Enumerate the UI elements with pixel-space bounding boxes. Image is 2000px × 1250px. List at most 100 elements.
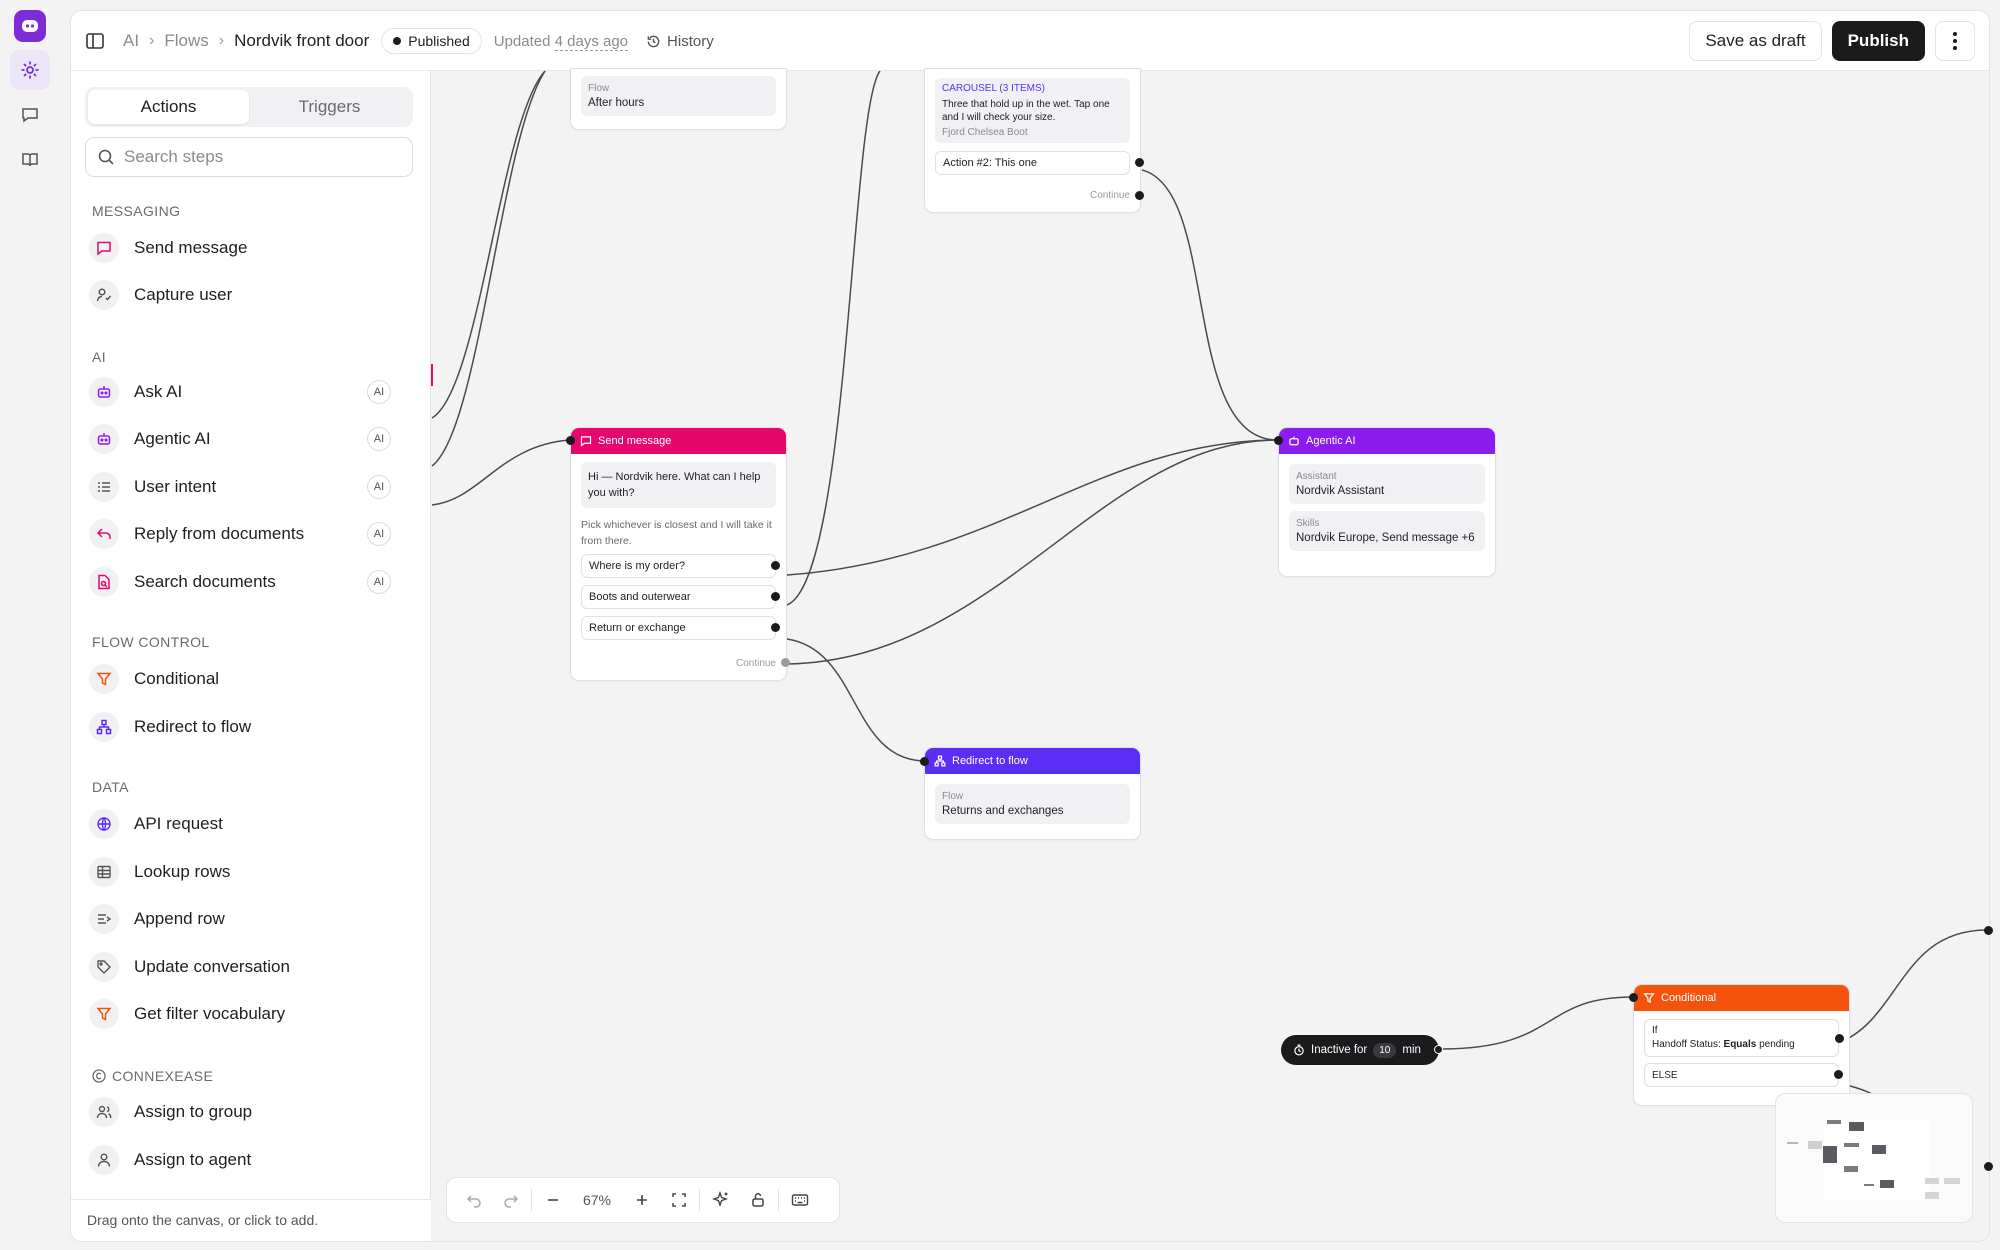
offscreen-input-handle[interactable]	[1984, 926, 1993, 935]
filter-icon	[89, 999, 119, 1029]
save-draft-button[interactable]: Save as draft	[1689, 21, 1822, 61]
auto-layout-sparkle-icon[interactable]	[702, 1182, 739, 1218]
step-redirect-to-flow[interactable]: Redirect to flow	[85, 707, 405, 747]
append-icon	[89, 904, 119, 934]
publish-button[interactable]: Publish	[1831, 21, 1925, 61]
offscreen-input-handle[interactable]	[1984, 1162, 1993, 1171]
updated-prefix: Updated	[493, 32, 551, 50]
step-search-documents[interactable]: Search documents AI	[85, 562, 405, 602]
step-label: Capture user	[134, 285, 233, 304]
minimap-preview	[1787, 1120, 1960, 1200]
step-agentic-ai[interactable]: Agentic AI AI	[85, 419, 405, 459]
list-icon	[89, 472, 119, 502]
output-handle[interactable]	[771, 623, 780, 632]
step-append-row[interactable]: Append row	[85, 899, 405, 939]
condition-text: Handoff Status: Equals pending	[1652, 1039, 1831, 1050]
input-handle[interactable]	[566, 436, 575, 445]
step-assign-to-group[interactable]: Assign to group	[85, 1092, 405, 1132]
sidebar-toggle-icon[interactable]	[85, 31, 105, 51]
chevron-right-icon: ›	[218, 32, 225, 49]
step-assign-to-agent[interactable]: Assign to agent	[85, 1140, 405, 1180]
flows-gear-icon[interactable]	[10, 50, 50, 90]
fit-view-icon[interactable]	[660, 1182, 697, 1218]
field-value: Nordvik Assistant	[1296, 485, 1385, 497]
unlock-icon[interactable]	[739, 1182, 776, 1218]
step-label: User intent	[134, 477, 217, 496]
zoom-in-icon[interactable]	[623, 1182, 660, 1218]
output-handle[interactable]	[1135, 158, 1144, 167]
step-update-conversation[interactable]: Update conversation	[85, 947, 405, 987]
bot-logo-icon[interactable]	[14, 10, 46, 42]
panel-tabs: Actions Triggers	[85, 87, 413, 127]
toolbar-divider	[699, 1189, 700, 1211]
option-return-or-exchange[interactable]: Return or exchange	[581, 616, 780, 640]
step-label: Lookup rows	[134, 862, 231, 881]
condition-operator: Equals	[1723, 1039, 1757, 1050]
step-lookup-rows[interactable]: Lookup rows	[85, 852, 405, 892]
chevron-right-icon: ›	[149, 32, 155, 49]
output-handle[interactable]	[771, 561, 780, 570]
step-send-message[interactable]: Send message	[85, 228, 405, 268]
step-reply-from-documents[interactable]: Reply from documents AI	[85, 514, 405, 554]
step-conditional[interactable]: Conditional	[85, 659, 405, 699]
option-boots-and-outerwear[interactable]: Boots and outerwear	[581, 585, 780, 609]
status-badge: Published	[381, 28, 482, 54]
continue-handle[interactable]	[1135, 191, 1144, 200]
breadcrumb-flows[interactable]: Flows	[164, 31, 208, 51]
agentic-ai-node[interactable]: Agentic AI Assistant Nordvik Assistant Sk…	[1274, 427, 1496, 577]
output-handle[interactable]	[771, 592, 780, 601]
step-label: API request	[134, 814, 223, 833]
conditional-node[interactable]: Conditional If Handoff Status: Equals pe…	[1629, 984, 1850, 1106]
if-branch[interactable]: If Handoff Status: Equals pending	[1644, 1019, 1844, 1057]
redo-icon[interactable]	[492, 1182, 529, 1218]
keyboard-icon[interactable]	[781, 1182, 818, 1218]
field-key: Skills	[1296, 518, 1320, 529]
inactive-trigger-node[interactable]: Inactive for 10 min	[1281, 1035, 1443, 1065]
step-capture-user[interactable]: Capture user	[85, 275, 405, 315]
output-handle[interactable]	[1835, 1034, 1844, 1043]
tag-icon	[89, 952, 119, 982]
panel-footer-hint: Drag onto the canvas, or click to add.	[71, 1199, 431, 1241]
step-label: Agentic AI	[134, 429, 211, 448]
step-label: Reply from documents	[134, 524, 305, 543]
minimap[interactable]	[1775, 1093, 1973, 1223]
node-title: Conditional	[1661, 992, 1717, 1004]
step-api-request[interactable]: API request	[85, 804, 405, 844]
ai-badge: AI	[367, 380, 391, 404]
option-where-is-my-order[interactable]: Where is my order?	[581, 554, 780, 578]
undo-icon[interactable]	[455, 1182, 492, 1218]
chat-icon[interactable]	[10, 95, 50, 135]
more-menu-button[interactable]	[1935, 21, 1975, 61]
continue-handle[interactable]	[781, 658, 790, 667]
output-handle[interactable]	[1434, 1045, 1443, 1054]
tab-triggers[interactable]: Triggers	[249, 90, 410, 124]
option-label: Boots and outerwear	[589, 591, 691, 603]
section-flow-control: FLOW CONTROL	[92, 634, 210, 650]
breadcrumb-ai[interactable]: AI	[123, 31, 139, 51]
send-message-node[interactable]: Send message Hi — Nordvik here. What can…	[566, 427, 790, 681]
trigger-minutes[interactable]: 10	[1373, 1042, 1397, 1058]
step-user-intent[interactable]: User intent AI	[85, 467, 405, 507]
carousel-action-option[interactable]: Action #2: This one	[935, 151, 1144, 175]
output-handle[interactable]	[1834, 1070, 1843, 1079]
input-handle[interactable]	[920, 757, 929, 766]
step-ask-ai[interactable]: Ask AI AI	[85, 372, 405, 412]
input-handle[interactable]	[1629, 993, 1638, 1002]
search-icon	[98, 149, 114, 165]
redirect-node-after-hours[interactable]: Flow After hours	[570, 68, 787, 130]
else-branch[interactable]: ELSE	[1644, 1063, 1843, 1087]
history-button[interactable]: History	[646, 33, 714, 50]
step-get-filter-vocabulary[interactable]: Get filter vocabulary	[85, 994, 405, 1034]
node-title: Redirect to flow	[952, 755, 1028, 767]
step-label: Assign to agent	[134, 1150, 252, 1169]
search-input[interactable]	[124, 147, 394, 167]
book-icon[interactable]	[10, 140, 50, 180]
zoom-out-icon[interactable]	[534, 1182, 571, 1218]
carousel-node[interactable]: CAROUSEL (3 ITEMS) Three that hold up in…	[924, 68, 1144, 213]
input-handle[interactable]	[1274, 436, 1283, 445]
tab-actions[interactable]: Actions	[88, 90, 249, 124]
redirect-to-flow-node[interactable]: Redirect to flow Flow Returns and exchang…	[920, 747, 1141, 840]
section-data: DATA	[92, 779, 129, 795]
node-header: Redirect to flow	[925, 748, 1140, 774]
bot-icon	[89, 377, 119, 407]
